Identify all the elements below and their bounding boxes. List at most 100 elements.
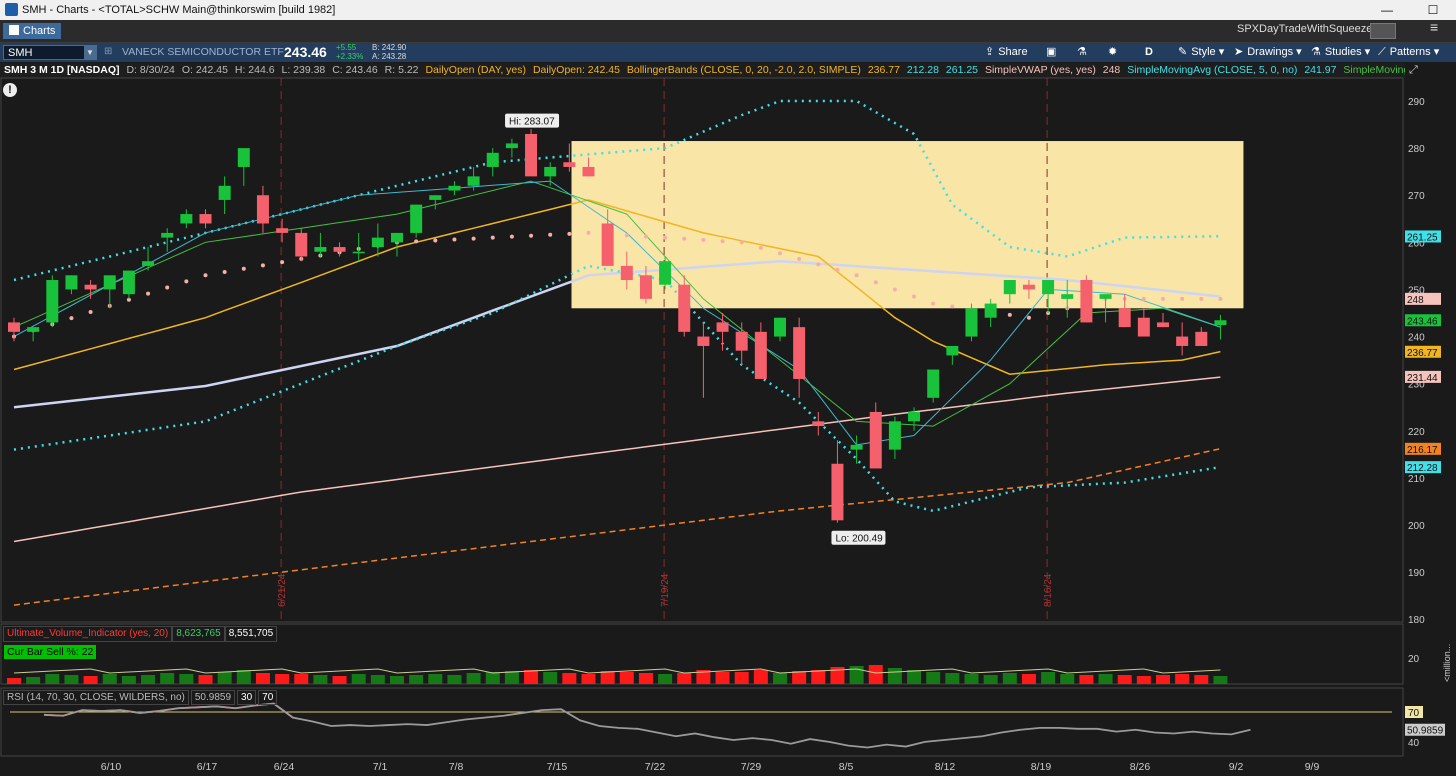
volume-bar: [887, 668, 902, 684]
menu-icon[interactable]: ≡: [1430, 19, 1438, 35]
app-icon: [5, 3, 18, 16]
volume-bar: [198, 675, 213, 684]
candle-body: [276, 228, 289, 233]
expand-icon[interactable]: ⤢: [1409, 64, 1423, 76]
volume-bar: [773, 673, 787, 684]
date-tick-7/22: 7/22: [644, 761, 666, 773]
candle-body: [180, 214, 193, 224]
volume-bar: [1041, 672, 1056, 684]
vwap-dot: [1007, 312, 1012, 317]
candle-body: [352, 251, 365, 254]
settings-button[interactable]: ✹: [1108, 45, 1121, 60]
volume-bar: [581, 674, 596, 684]
rsi-axis-70: 70: [1408, 708, 1420, 719]
vwap-dot: [260, 263, 265, 268]
candle-body: [1022, 284, 1035, 290]
snapshot-button[interactable]: ▣: [1046, 45, 1060, 60]
candle-body: [1099, 294, 1112, 299]
volume-bar: [1213, 676, 1228, 684]
symbol-description: VANECK SEMICONDUCTOR ETF: [122, 46, 284, 58]
volume-bar: [447, 675, 462, 684]
candle-body: [525, 133, 538, 177]
price-label-248: 248: [1407, 295, 1424, 306]
style-button[interactable]: ✎ Style ▾: [1178, 45, 1224, 60]
layout-grid-button[interactable]: [1370, 23, 1396, 39]
volume-bar: [543, 672, 558, 684]
minimize-button[interactable]: —: [1364, 0, 1410, 20]
vwap-dot: [950, 304, 955, 309]
candle-body: [869, 411, 882, 469]
volume-bar: [600, 671, 615, 684]
flask-icon: ⚗: [1077, 46, 1087, 58]
vwap-dot: [912, 294, 917, 299]
price-chart[interactable]: 6/21/24 7/19/24 8/16/24 Hi: 283.07 Lo: 200…: [0, 62, 1456, 776]
vwap-dot: [1218, 296, 1223, 301]
candle-body: [429, 195, 442, 200]
alert-icon[interactable]: !: [3, 83, 17, 97]
vwap-dot: [682, 236, 687, 241]
drawings-button[interactable]: ➤ Drawings ▾: [1234, 45, 1302, 60]
candle-body: [639, 275, 652, 299]
vwap-dot: [739, 240, 744, 245]
vwap-dot: [184, 279, 189, 284]
chevron-down-icon[interactable]: ▼: [84, 46, 96, 59]
volume-bar: [409, 675, 424, 684]
vwap-dot: [414, 239, 419, 244]
candle-body: [793, 327, 806, 379]
volume-bar: [466, 673, 481, 684]
flask-button[interactable]: ⚗: [1077, 45, 1091, 60]
price-label-212.28: 212.28: [1407, 463, 1438, 474]
candle-body: [486, 152, 499, 167]
vwap-dot: [280, 260, 285, 265]
patterns-button[interactable]: ⟋ Patterns ▾: [1378, 45, 1439, 60]
price-tick-290: 290: [1408, 97, 1425, 108]
patterns-icon: ⟋: [1378, 46, 1386, 58]
tab-charts[interactable]: Charts: [3, 23, 61, 39]
candle-body: [333, 247, 346, 252]
volume-bar: [1136, 676, 1151, 684]
volume-bar: [1156, 675, 1170, 684]
vwap-dot: [778, 251, 782, 256]
volume-bar: [945, 673, 960, 684]
candle-body: [601, 223, 614, 266]
vwap-dot: [892, 287, 897, 292]
vwap-dot: [471, 236, 476, 241]
volume-bar: [485, 672, 500, 684]
candle-body: [1195, 331, 1208, 346]
vwap-dot: [1180, 296, 1185, 301]
volume-bar: [45, 674, 60, 684]
workspace-name[interactable]: SPXDayTradeWithSqueeze: [1237, 23, 1372, 35]
candle-body: [505, 143, 518, 149]
vwap-dot: [203, 273, 208, 278]
studies-button[interactable]: ⚗ Studies ▾: [1311, 45, 1370, 60]
candle-body: [46, 280, 59, 323]
ask-price: A: 243.28: [372, 52, 407, 61]
gear-icon: ✹: [1108, 46, 1118, 58]
price-tick-220: 220: [1408, 427, 1425, 438]
volume-bar: [964, 674, 979, 684]
window-title: SMH - Charts - <TOTAL>SCHW Main@thinkors…: [22, 4, 336, 16]
date-tick-9/9: 9/9: [1304, 761, 1320, 773]
candle-body: [716, 322, 729, 332]
volume-indicator-label[interactable]: Ultimate_Volume_Indicator (yes, 20): [3, 626, 173, 642]
link-icon[interactable]: ⊞: [104, 46, 112, 57]
vwap-dot: [873, 280, 878, 285]
period-button[interactable]: D: [1145, 45, 1153, 60]
date-tick-7/15: 7/15: [546, 761, 568, 773]
date-tick-7/1: 7/1: [372, 761, 388, 773]
volume-bar: [1175, 674, 1190, 684]
volume-bar: [562, 673, 577, 684]
symbol-input[interactable]: SMH ▼: [3, 45, 97, 60]
volume-bar: [141, 675, 156, 684]
rsi-label[interactable]: RSI (14, 70, 30, CLOSE, WILDERS, no): [3, 690, 189, 705]
maximize-button[interactable]: ☐: [1410, 0, 1456, 20]
share-button[interactable]: ⇪ Share: [985, 45, 1028, 60]
candle-body: [8, 322, 20, 332]
camera-icon: ▣: [1046, 46, 1057, 58]
vwap-dot: [701, 237, 706, 242]
vwap-dot: [816, 262, 821, 267]
volume-bar: [638, 673, 653, 684]
style-label: Style: [1191, 46, 1216, 58]
candle-body: [620, 265, 633, 281]
volume-bar: [658, 674, 673, 684]
